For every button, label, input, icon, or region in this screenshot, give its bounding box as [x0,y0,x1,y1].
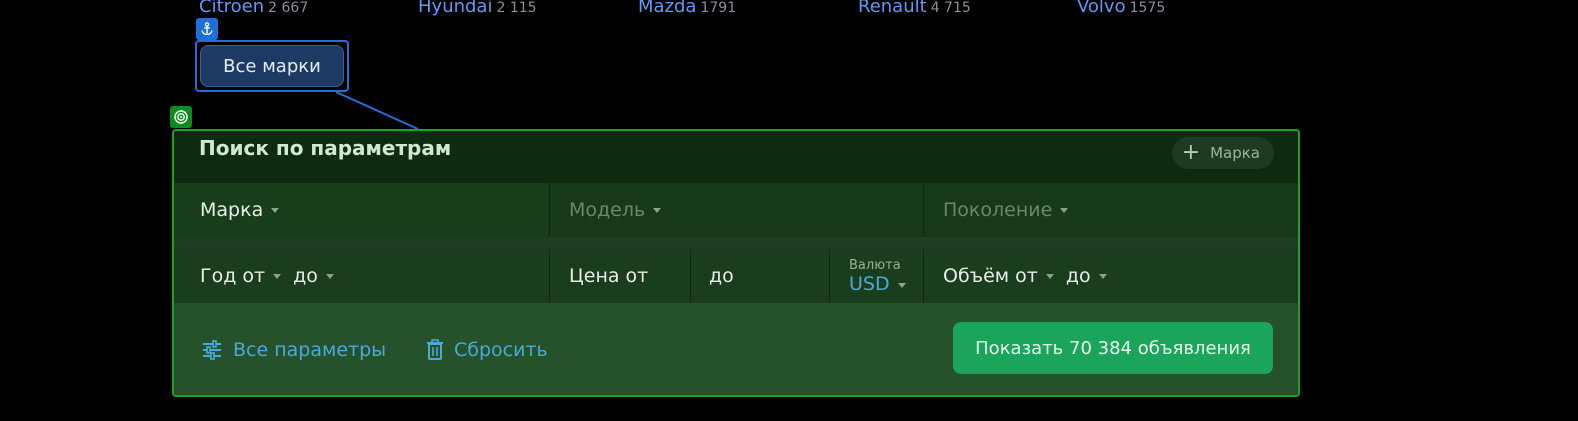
volume-to-select[interactable]: до [1066,265,1107,287]
volume-from-select[interactable]: Объём от [943,265,1054,287]
chevron-down-icon [271,207,280,213]
plus-icon: + [1181,140,1201,165]
year-to-label: до [293,265,318,287]
volume-from-label: Объём от [943,265,1038,287]
search-panel: Поиск по параметрам + Марка Марка Модель… [172,129,1300,397]
currency-label: Валюта [849,257,901,273]
chevron-down-icon [273,274,282,279]
generation-select-label: Поколение [943,199,1053,221]
chevron-down-icon [1045,274,1054,279]
year-range: Год от до [174,249,548,303]
panel-title: Поиск по параметрам [199,136,452,160]
add-brand-label: Марка [1210,144,1260,162]
year-from-label: Год от [200,265,266,287]
chevron-down-icon [1060,207,1069,213]
chevron-down-icon [653,207,662,213]
show-results-button[interactable]: Показать 70 384 объявления [953,322,1273,374]
all-params-link[interactable]: Все параметры [201,339,386,361]
chevron-down-icon [897,282,906,288]
model-select-label: Модель [569,199,646,221]
add-brand-button[interactable]: + Марка [1171,137,1274,169]
reset-link[interactable]: Сбросить [426,339,548,361]
generation-select[interactable]: Поколение [923,183,1298,237]
trash-icon [427,339,443,360]
panel-footer: Все параметры Сбросить Показать 70 384 о… [174,303,1298,395]
chevron-down-icon [325,274,334,279]
volume-to-label: до [1065,265,1091,287]
currency-value: USD [849,272,890,295]
year-from-select[interactable]: Год от [200,265,282,287]
brand-select[interactable]: Марка [174,183,548,237]
model-select[interactable]: Модель [549,183,922,237]
volume-range: Объём от до [923,249,1298,303]
range-filters: Год от до Цена от до Валюта USD Объём от… [174,249,1298,303]
target-icon [170,106,192,128]
currency-select[interactable]: Валюта USD [829,249,923,303]
vehicle-selectors: Марка Модель Поколение [174,183,1298,237]
price-from-input[interactable]: Цена от [549,249,690,303]
panel-header: Поиск по параметрам + Марка [174,131,1298,183]
price-to-input[interactable]: до [690,249,829,303]
chevron-down-icon [1098,274,1107,279]
year-to-select[interactable]: до [293,265,334,287]
brand-select-label: Марка [200,199,264,221]
all-params-label: Все параметры [233,339,387,361]
reset-label: Сбросить [454,339,548,361]
sliders-icon [203,340,221,360]
